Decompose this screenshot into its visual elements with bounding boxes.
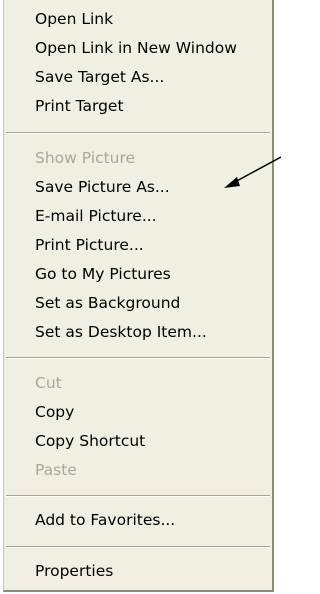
menu-item-open-link-new-window[interactable]: Open Link in New Window [4,35,272,61]
menu-item-paste: Paste [35,461,77,479]
menu-separator [6,132,270,134]
context-menu: Open Link Open Link in New Window Save T… [3,0,274,592]
menu-item-set-as-background[interactable]: Set as Background [4,290,272,316]
menu-item-go-to-my-pictures[interactable]: Go to My Pictures [4,261,272,287]
menu-item-copy[interactable]: Copy [4,399,272,425]
menu-item-add-to-favorites[interactable]: Add to Favorites... [4,507,272,533]
menu-separator [6,495,270,497]
menu-item-print-target[interactable]: Print Target [4,93,272,119]
menu-item-print-picture[interactable]: Print Picture... [4,232,272,258]
menu-item-email-picture[interactable]: E-mail Picture... [4,203,272,229]
menu-item-copy-shortcut[interactable]: Copy Shortcut [4,428,272,454]
menu-item-show-picture: Show Picture [35,149,136,167]
menu-item-save-picture-as[interactable]: Save Picture As... [4,174,272,200]
menu-item-properties[interactable]: Properties [4,558,272,584]
menu-item-set-as-desktop-item[interactable]: Set as Desktop Item... [4,319,272,345]
menu-item-cut: Cut [35,374,62,392]
menu-item-open-link[interactable]: Open Link [4,6,272,32]
menu-separator [6,357,270,359]
menu-item-save-target-as[interactable]: Save Target As... [4,64,272,90]
menu-separator [6,546,270,548]
